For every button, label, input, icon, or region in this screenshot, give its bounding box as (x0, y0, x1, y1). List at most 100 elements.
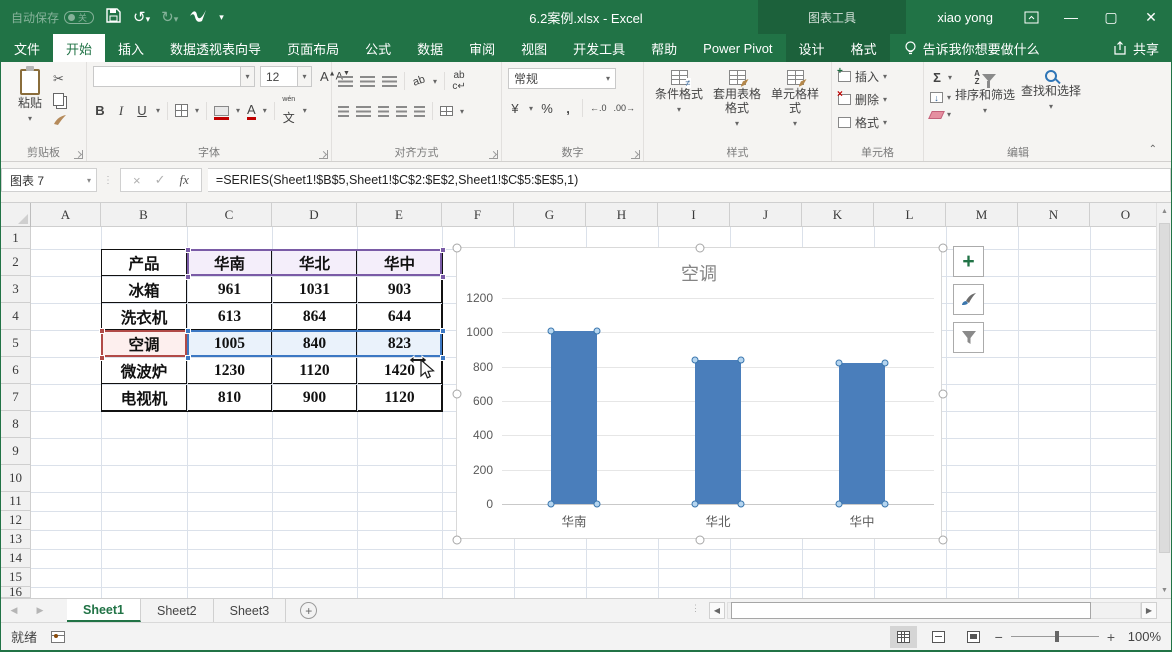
column-header-E[interactable]: E (357, 203, 442, 227)
align-bottom-icon[interactable] (382, 76, 397, 87)
table-cell[interactable]: 1120 (358, 385, 442, 411)
menu-tab-插入[interactable]: 插入 (105, 34, 157, 62)
menu-tab-帮助[interactable]: 帮助 (638, 34, 690, 62)
formula-input[interactable]: =SERIES(Sheet1!$B$5,Sheet1!$C$2:$E$2,She… (208, 168, 1171, 192)
menu-tab-页面布局[interactable]: 页面布局 (274, 34, 352, 62)
align-right-icon[interactable] (378, 106, 389, 117)
decrease-indent-icon[interactable] (396, 106, 407, 117)
column-header-H[interactable]: H (586, 203, 658, 227)
alignment-dialog-launcher[interactable] (489, 150, 498, 159)
table-cell[interactable]: 1120 (273, 358, 357, 384)
menu-tab-开始[interactable]: 开始 (53, 34, 105, 62)
close-button[interactable]: ✕ (1131, 0, 1171, 34)
save-icon[interactable] (106, 8, 121, 26)
table-cell[interactable]: 1005 (188, 331, 272, 357)
column-header-G[interactable]: G (514, 203, 586, 227)
underline-button[interactable]: U (135, 103, 149, 118)
table-cell[interactable]: 823 (358, 331, 442, 357)
tell-me-box[interactable]: 告诉我你想要做什么 (890, 34, 1054, 62)
row-header-10[interactable]: 10 (1, 465, 31, 492)
row-header-3[interactable]: 3 (1, 276, 31, 303)
accounting-format-icon[interactable]: ¥ (508, 101, 522, 116)
find-select-button[interactable]: 查找和选择▾ (1018, 66, 1084, 111)
table-header-cell[interactable]: 华南 (188, 250, 272, 276)
font-dialog-launcher[interactable] (319, 150, 328, 159)
row-header-5[interactable]: 5 (1, 330, 31, 357)
menu-tab-审阅[interactable]: 审阅 (456, 34, 508, 62)
table-cell[interactable]: 900 (273, 385, 357, 411)
menu-tab-开发工具[interactable]: 开发工具 (560, 34, 638, 62)
phonetic-guide-icon[interactable]: wén文 (282, 95, 296, 126)
row-header-2[interactable]: 2 (1, 249, 31, 276)
align-middle-icon[interactable] (360, 76, 375, 87)
chart-bar-华南[interactable] (551, 331, 597, 504)
tabbar-splitter[interactable]: ⋮ (691, 603, 700, 614)
menu-tab-文件[interactable]: 文件 (1, 34, 53, 62)
copy-icon[interactable] (53, 93, 64, 106)
scroll-up-icon[interactable]: ▲ (1157, 203, 1172, 219)
delete-cells-button[interactable]: 删除▾ (838, 91, 887, 108)
row-header-4[interactable]: 4 (1, 303, 31, 330)
table-cell[interactable]: 电视机 (102, 385, 187, 411)
increase-decimal-icon[interactable]: ←.0 (590, 103, 607, 113)
column-header-J[interactable]: J (730, 203, 802, 227)
row-header-1[interactable]: 1 (1, 227, 31, 249)
row-header-14[interactable]: 14 (1, 549, 31, 568)
table-cell[interactable]: 810 (188, 385, 272, 411)
chart-selection-handle[interactable] (696, 244, 705, 253)
new-sheet-button[interactable]: + (300, 602, 317, 619)
cell-styles-button[interactable]: 单元格样式▾ (766, 66, 824, 128)
column-header-I[interactable]: I (658, 203, 730, 227)
cut-icon[interactable]: ✂ (53, 72, 67, 85)
conditional-formatting-button[interactable]: 条件格式▾ (650, 66, 708, 114)
column-header-K[interactable]: K (802, 203, 874, 227)
italic-button[interactable]: I (114, 103, 128, 119)
borders-icon[interactable] (175, 104, 188, 117)
clipboard-dialog-launcher[interactable] (74, 150, 83, 159)
brush-swoosh-icon[interactable] (189, 9, 207, 26)
select-all-corner[interactable] (1, 203, 31, 227)
wrap-text-icon[interactable]: abc↵ (452, 70, 466, 92)
chart-object[interactable]: 空调 020040060080010001200华南华北华中 (456, 247, 942, 539)
user-name[interactable]: xiao yong (937, 10, 993, 25)
table-cell[interactable]: 613 (188, 304, 272, 330)
table-cell[interactable]: 961 (188, 277, 272, 303)
sheet-tab-Sheet2[interactable]: Sheet2 (141, 599, 214, 622)
cancel-formula-icon[interactable]: × (133, 173, 141, 188)
autosum-button[interactable]: Σ▾ (930, 70, 952, 85)
row-header-12[interactable]: 12 (1, 511, 31, 530)
chart-selection-handle[interactable] (453, 244, 462, 253)
autosave-toggle[interactable]: 自动保存 关 (11, 9, 94, 26)
format-as-table-button[interactable]: 套用表格格式▾ (708, 66, 766, 128)
sheet-nav-right-icon[interactable]: ▶ (27, 599, 53, 622)
row-header-7[interactable]: 7 (1, 384, 31, 411)
sheet-nav-left-icon[interactable]: ◀ (1, 599, 27, 622)
align-center-icon[interactable] (356, 106, 371, 117)
font-size-dropdown[interactable]: ▾ (298, 66, 312, 87)
menu-tab-数据透视表向导[interactable]: 数据透视表向导 (157, 34, 274, 62)
table-cell[interactable]: 864 (273, 304, 357, 330)
hscroll-left-icon[interactable]: ◀ (709, 602, 725, 619)
comma-style-icon[interactable]: , (561, 101, 575, 116)
table-cell[interactable]: 冰箱 (102, 277, 187, 303)
sheet-tab-Sheet1[interactable]: Sheet1 (67, 599, 141, 622)
column-header-L[interactable]: L (874, 203, 946, 227)
row-header-11[interactable]: 11 (1, 492, 31, 511)
name-box-dropdown[interactable]: ▾ (87, 176, 91, 185)
menu-tab-数据[interactable]: 数据 (404, 34, 456, 62)
normal-view-button[interactable] (890, 626, 917, 648)
column-header-C[interactable]: C (187, 203, 272, 227)
font-name-input[interactable] (93, 66, 241, 87)
scroll-down-icon[interactable]: ▼ (1157, 582, 1172, 598)
table-cell[interactable]: 644 (358, 304, 442, 330)
chart-selection-handle[interactable] (453, 390, 462, 399)
format-painter-icon[interactable] (53, 114, 67, 128)
increase-indent-icon[interactable] (414, 106, 425, 117)
column-header-N[interactable]: N (1018, 203, 1090, 227)
hscroll-right-icon[interactable]: ▶ (1141, 602, 1157, 619)
column-header-A[interactable]: A (31, 203, 101, 227)
chart-selection-handle[interactable] (453, 536, 462, 545)
chart-selection-handle[interactable] (939, 244, 948, 253)
row-header-8[interactable]: 8 (1, 411, 31, 438)
maximize-button[interactable]: ▢ (1091, 0, 1131, 34)
